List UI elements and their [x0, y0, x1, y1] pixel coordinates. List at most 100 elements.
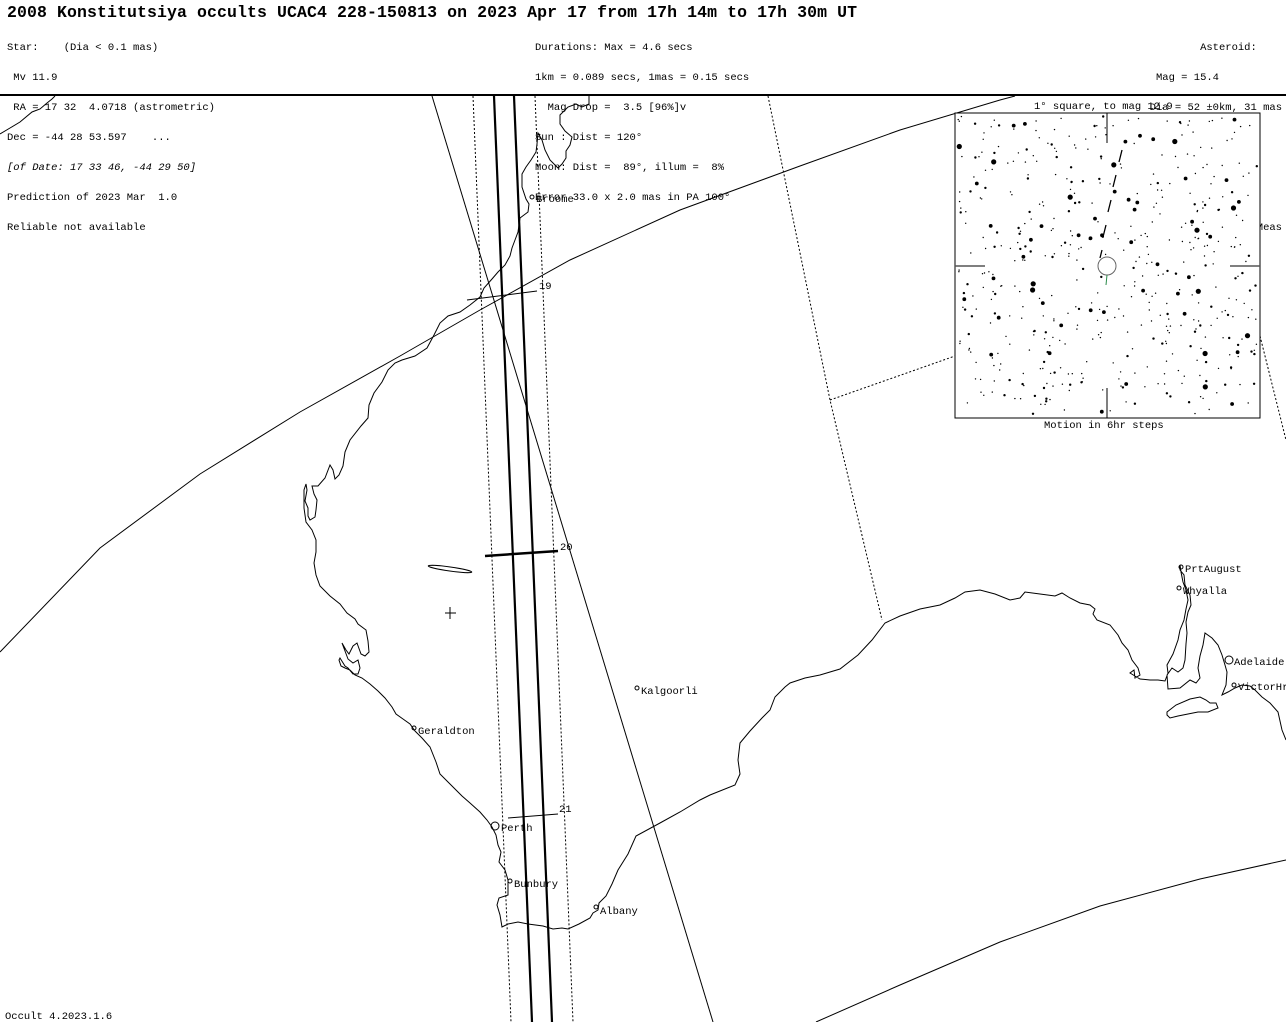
star-dot: [1189, 345, 1192, 348]
shadow-ellipse: [427, 564, 473, 574]
star-dot: [991, 159, 997, 165]
star-dot: [1165, 392, 1169, 395]
star-dot: [1187, 275, 1191, 280]
star-dot: [1205, 232, 1209, 236]
star-dot: [1109, 410, 1111, 412]
star-dot: [970, 351, 972, 353]
star-dot: [1049, 372, 1052, 375]
star-dot: [1126, 331, 1129, 333]
star-dot: [1042, 360, 1046, 364]
star-dot: [1126, 354, 1129, 358]
star-dot: [974, 378, 977, 380]
star-dot: [1070, 181, 1072, 184]
star-dot: [962, 306, 964, 308]
star-dot: [1100, 158, 1102, 160]
star-dot: [998, 315, 1000, 318]
star-dot: [959, 340, 961, 342]
star-dot: [1235, 299, 1238, 301]
star-dot: [1052, 228, 1054, 230]
star-dot: [1208, 197, 1211, 199]
star-dot: [1068, 252, 1070, 255]
star-dot: [982, 286, 984, 289]
star-dot: [1247, 254, 1251, 257]
star-dot: [1133, 142, 1135, 145]
star-dot: [1112, 189, 1117, 194]
star-dot: [1069, 230, 1072, 232]
star-dot: [1031, 412, 1035, 415]
city-bunbury: Bunbury: [507, 878, 558, 891]
star-dot: [1230, 205, 1237, 211]
star-dot: [1146, 235, 1149, 238]
star-dot: [990, 298, 993, 301]
star-dot: [1140, 324, 1143, 326]
star-dot: [1096, 319, 1099, 322]
star-dot: [1014, 397, 1016, 400]
svg-text:Perth: Perth: [501, 823, 533, 835]
star-dot: [965, 211, 967, 213]
star-dot: [1104, 127, 1106, 129]
star-dot: [1156, 181, 1160, 185]
star-dot: [1251, 309, 1253, 311]
event-title: 2008 Konstitutsiya occults UCAC4 228-150…: [7, 3, 858, 22]
star-dot: [1061, 383, 1064, 385]
star-dot: [1097, 221, 1099, 223]
star-dot: [1161, 342, 1164, 345]
star-dot: [993, 245, 996, 248]
star-dot: [1166, 120, 1168, 122]
coastline-kangaroo-island: [1166, 696, 1219, 719]
star-dot: [1024, 259, 1026, 261]
star-dot: [1053, 128, 1056, 131]
star-dot: [1159, 213, 1161, 215]
star-dot: [1102, 310, 1106, 314]
city-whyalla: Whyalla: [1176, 585, 1227, 598]
star-dot: [1192, 131, 1194, 133]
star-dot: [1053, 318, 1055, 320]
star-dot: [1221, 311, 1223, 313]
city-port-augusta: PrtAugust: [1178, 564, 1242, 576]
star-dot: [1051, 255, 1054, 259]
star-dot: [1009, 315, 1011, 317]
star-dot: [983, 272, 986, 274]
star-dot: [1063, 241, 1067, 244]
star-dot: [1053, 253, 1056, 255]
star-dot: [1096, 125, 1098, 127]
star-dot: [1203, 203, 1207, 207]
star-dot: [1178, 121, 1182, 124]
star-dot: [973, 122, 977, 125]
star-dot: [1165, 342, 1168, 345]
star-dot: [1236, 343, 1240, 347]
star-dot: [1206, 244, 1209, 247]
star-dot: [1206, 163, 1208, 166]
star-dot: [1077, 307, 1081, 311]
star-dot: [1082, 377, 1084, 379]
city-geraldton: Geraldton: [411, 725, 475, 738]
star-dot: [1202, 207, 1204, 209]
star-dot: [1200, 146, 1202, 149]
star-dot: [1069, 166, 1073, 169]
star-dot: [978, 156, 980, 158]
star-dot: [1071, 235, 1074, 237]
star-dot: [997, 124, 1001, 127]
star-dot: [1177, 166, 1179, 169]
star-dot: [1093, 216, 1097, 221]
star-dot: [1183, 375, 1186, 377]
star-dot: [1152, 337, 1155, 340]
error-limit-north: [472, 96, 512, 1022]
star-dot: [1202, 166, 1204, 169]
star-dot: [1152, 138, 1155, 140]
star-dot: [1193, 319, 1195, 321]
star-dot: [1046, 350, 1049, 354]
star-dot: [1157, 383, 1159, 385]
star-dot: [1235, 236, 1237, 239]
star-dot: [1153, 206, 1155, 208]
star-dot: [1028, 349, 1031, 351]
star-dot: [962, 291, 966, 295]
star-dot: [989, 322, 992, 324]
star-dot: [1019, 247, 1022, 251]
star-dot: [1024, 161, 1027, 163]
star-dot: [1076, 279, 1078, 281]
occultation-map: 19 20 21 Broome Geraldton Perth Bunbury …: [0, 96, 1286, 1022]
star-dot: [1124, 382, 1129, 386]
star-dot: [1190, 249, 1192, 251]
star-dot: [1036, 160, 1038, 162]
